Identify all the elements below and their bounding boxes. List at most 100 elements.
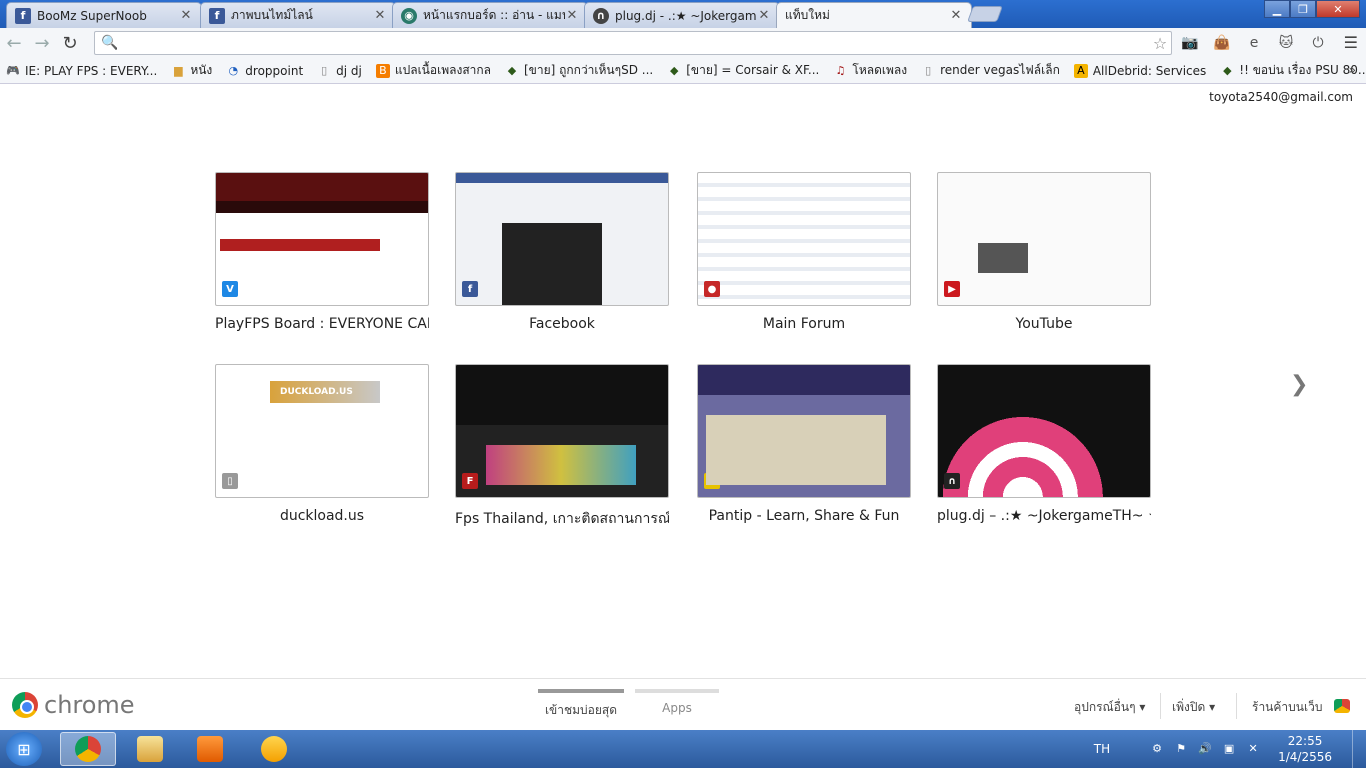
music-icon: ♫ <box>835 64 846 77</box>
most-visited-tile[interactable]: V PlayFPS Board : EVERYONE CAN... <box>215 172 429 332</box>
bookmark-label: AllDebrid: Services <box>1092 63 1207 78</box>
bookmark-label: หนัง <box>190 63 213 77</box>
site-favicon-icon: f <box>462 281 478 297</box>
bookmark-item[interactable]: ◆ [ขาย] = Corsair & XF... <box>667 61 819 80</box>
bookmark-item[interactable]: 🎮 IE: PLAY FPS : EVERY... <box>6 64 157 78</box>
recently-closed-menu[interactable]: เพิ่งปิด ▾ <box>1172 698 1215 717</box>
close-tab-icon[interactable]: ✕ <box>373 8 387 23</box>
page-icon: ▯ <box>925 64 932 77</box>
most-visited-tile[interactable]: ▶ YouTube <box>937 172 1151 332</box>
tab-title: แท็บใหม่ <box>785 8 830 22</box>
bookmark-item[interactable]: B แปลเนื้อเพลงสากล <box>375 61 491 80</box>
folder-icon: ▆ <box>174 64 183 77</box>
maximize-button[interactable]: ❐ <box>1290 0 1316 18</box>
bookmark-item[interactable]: ▆ หนัง <box>171 61 212 80</box>
power-status-icon[interactable]: ✕ <box>1246 742 1260 756</box>
bookmark-item[interactable]: ▯ render vegasไฟล์เล็ก <box>921 61 1060 80</box>
tile-label: YouTube <box>1015 316 1073 332</box>
tile-thumbnail[interactable]: V <box>215 172 429 306</box>
taskbar-explorer[interactable] <box>122 732 178 766</box>
volume-icon[interactable]: 🔊 <box>1198 742 1212 756</box>
tile-thumbnail[interactable]: ● <box>697 172 911 306</box>
close-tab-icon[interactable]: ✕ <box>565 8 579 23</box>
tile-thumbnail[interactable]: ☻ <box>697 364 911 498</box>
reload-button[interactable]: ↻ <box>56 30 84 56</box>
ie-icon[interactable]: e <box>1242 31 1266 55</box>
tab-most-visited[interactable]: เข้าชมบ่อยสุด <box>538 689 624 719</box>
bookmark-item[interactable]: A AllDebrid: Services <box>1073 63 1207 78</box>
tile-label: Facebook <box>529 316 595 332</box>
next-page-arrow[interactable]: ❯ <box>1290 372 1308 397</box>
tab-apps[interactable]: Apps <box>635 689 719 719</box>
minimize-button[interactable]: ▁ <box>1264 0 1290 18</box>
close-tab-icon[interactable]: ✕ <box>757 8 771 23</box>
other-devices-menu[interactable]: อุปกรณ์อื่นๆ ▾ <box>1074 698 1145 717</box>
flag-icon[interactable]: ⚑ <box>1174 742 1188 756</box>
tab-3[interactable]: ∩ plug.dj - .:★ ~Jokergame ✕ <box>584 2 780 28</box>
taskbar-media-player[interactable] <box>182 732 238 766</box>
language-indicator[interactable]: TH <box>1094 742 1110 756</box>
tab-2[interactable]: ◉ หน้าแรกบอร์ด :: อ่าน - แมนฯ ✕ <box>392 2 588 28</box>
site-favicon-icon: ☻ <box>704 473 720 489</box>
close-tab-icon[interactable]: ✕ <box>179 8 193 23</box>
close-tab-icon[interactable]: ✕ <box>949 8 963 23</box>
clock-time: 22:55 <box>1287 734 1323 748</box>
tab-0[interactable]: f BooMz SuperNoob ✕ <box>6 2 202 28</box>
cat-icon[interactable]: 🐱 <box>1274 31 1298 55</box>
alldebrid-icon: A <box>1073 63 1088 78</box>
show-desktop-button[interactable] <box>1352 730 1366 768</box>
system-tray: TH ⚙ ⚑ 🔊 ▣ ✕ 22:55 1/4/2556 <box>1094 730 1332 768</box>
tile-thumbnail[interactable]: ▶ <box>937 172 1151 306</box>
bookmark-item[interactable]: ◆ [ขาย] ถูกกว่าเห็นๆSD ... <box>505 61 653 80</box>
toolbar: ← → ↻ 🔍 ☆ 📷 👜 e 🐱 ⏻ ☰ <box>0 28 1366 58</box>
power-icon[interactable]: ⏻ <box>1306 31 1330 55</box>
most-visited-tile[interactable]: ☻ Pantip - Learn, Share & Fun <box>697 364 911 524</box>
diamond-icon: ◆ <box>507 64 517 77</box>
start-button[interactable]: ⊞ <box>6 732 42 766</box>
tile-thumbnail[interactable]: F <box>455 364 669 498</box>
tab-4[interactable]: แท็บใหม่ ✕ <box>776 2 972 28</box>
taskbar-chrome[interactable] <box>60 732 116 766</box>
network-icon[interactable]: ▣ <box>1222 742 1236 756</box>
most-visited-tile[interactable]: ▯ duckload.us <box>215 364 429 524</box>
tab-title: plug.dj - .:★ ~Jokergame <box>615 8 757 23</box>
new-tab-button[interactable] <box>967 6 1003 22</box>
controller-icon: 🎮 <box>6 64 20 77</box>
camera-icon[interactable]: 📷 <box>1178 31 1202 55</box>
tray-app-icon[interactable]: ⚙ <box>1150 742 1164 756</box>
account-email[interactable]: toyota2540@gmail.com <box>1209 90 1353 104</box>
tile-thumbnail[interactable]: ∩ <box>937 364 1151 498</box>
taskbar-app-x[interactable] <box>246 732 302 766</box>
tab-1[interactable]: f ภาพบนไทม์ไลน์ ✕ <box>200 2 396 28</box>
bookmark-star-icon[interactable]: ☆ <box>1149 34 1171 53</box>
taskbar: ⊞ TH ⚙ ⚑ 🔊 ▣ ✕ 22:55 1/4/2556 <box>0 730 1366 768</box>
back-button[interactable]: ← <box>0 30 28 56</box>
clock[interactable]: 22:55 1/4/2556 <box>1278 733 1332 765</box>
tile-thumbnail[interactable]: ▯ <box>215 364 429 498</box>
tab-title: หน้าแรกบอร์ด :: อ่าน - แมนฯ <box>423 8 565 22</box>
most-visited-tile[interactable]: ● Main Forum <box>697 172 911 332</box>
address-input[interactable] <box>117 33 1149 53</box>
bookmark-label: IE: PLAY FPS : EVERY... <box>25 63 158 78</box>
chrome-icon <box>75 736 101 762</box>
web-store-link[interactable]: ร้านค้าบนเว็บ <box>1252 698 1322 717</box>
bookmark-item[interactable]: ♫ โหลดเพลง <box>833 61 907 80</box>
web-store-icon[interactable] <box>1334 699 1350 713</box>
bookmark-item[interactable]: ▯ dj dj <box>317 64 362 78</box>
bookmarks-overflow-button[interactable]: » <box>1349 63 1356 77</box>
most-visited-tile[interactable]: ∩ plug.dj – .:★ ~JokergameTH~ ★:. <box>937 364 1151 524</box>
close-window-button[interactable]: ✕ <box>1316 0 1360 18</box>
tab-indicator <box>635 689 719 693</box>
most-visited-tile[interactable]: f Facebook <box>455 172 669 332</box>
blogger-icon: B <box>375 63 390 78</box>
divider <box>1236 693 1237 719</box>
bag-icon[interactable]: 👜 <box>1210 31 1234 55</box>
site-favicon-icon: ● <box>704 281 720 297</box>
bookmark-item[interactable]: ◔ droppoint <box>226 64 303 78</box>
omnibox[interactable]: 🔍 ☆ <box>94 31 1172 55</box>
bookmark-item[interactable]: ◆ !! ขอบ่น เรื่อง PSU 80... <box>1220 61 1366 80</box>
most-visited-tile[interactable]: F Fps Thailand, เกาะติดสถานการณ์แ... <box>455 364 669 530</box>
chrome-menu-icon[interactable]: ☰ <box>1344 33 1358 52</box>
tile-thumbnail[interactable]: f <box>455 172 669 306</box>
forward-button[interactable]: → <box>28 30 56 56</box>
